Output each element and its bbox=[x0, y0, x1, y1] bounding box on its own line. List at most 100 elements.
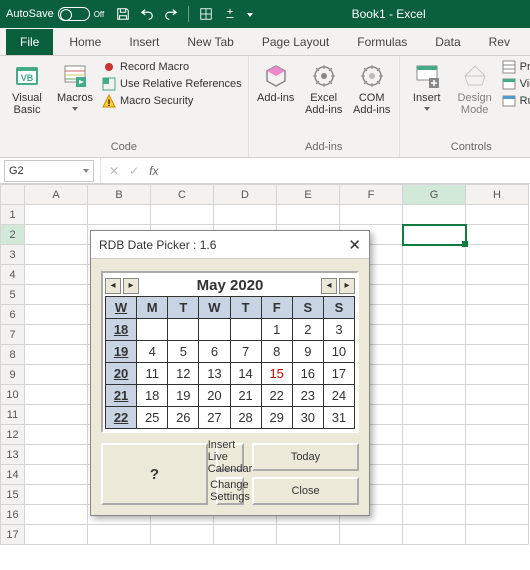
column-header[interactable]: E bbox=[277, 185, 340, 205]
row-header[interactable]: 15 bbox=[1, 485, 25, 505]
calendar-day[interactable]: 20 bbox=[199, 385, 230, 407]
cell[interactable] bbox=[25, 225, 88, 245]
cell[interactable] bbox=[277, 525, 340, 545]
calendar-day[interactable]: 24 bbox=[323, 385, 354, 407]
cell[interactable] bbox=[88, 525, 151, 545]
row-header[interactable]: 8 bbox=[1, 345, 25, 365]
cell[interactable] bbox=[466, 505, 529, 525]
redo-icon[interactable] bbox=[164, 7, 178, 21]
row-header[interactable]: 17 bbox=[1, 525, 25, 545]
row-header[interactable]: 1 bbox=[1, 205, 25, 225]
cell[interactable] bbox=[25, 465, 88, 485]
cell[interactable] bbox=[25, 305, 88, 325]
calendar-week-number[interactable]: 20 bbox=[106, 363, 137, 385]
cell[interactable] bbox=[466, 225, 529, 245]
cell[interactable] bbox=[25, 385, 88, 405]
run-dialog-button[interactable]: Ru bbox=[502, 94, 530, 108]
use-relative-references-button[interactable]: Use Relative References bbox=[102, 77, 242, 91]
calendar-day[interactable]: 27 bbox=[199, 407, 230, 429]
row-header[interactable]: 10 bbox=[1, 385, 25, 405]
calendar-day[interactable]: 21 bbox=[230, 385, 261, 407]
next-month-button[interactable]: ◂ bbox=[321, 278, 337, 294]
cell[interactable] bbox=[466, 285, 529, 305]
calendar-day[interactable]: 31 bbox=[323, 407, 354, 429]
cancel-icon[interactable]: ✕ bbox=[109, 164, 119, 178]
cell[interactable] bbox=[340, 525, 403, 545]
calendar-day[interactable]: 12 bbox=[168, 363, 199, 385]
view-code-button[interactable]: Vie bbox=[502, 77, 530, 91]
cell[interactable] bbox=[277, 205, 340, 225]
cell[interactable] bbox=[403, 205, 466, 225]
tab-file[interactable]: File bbox=[6, 29, 53, 55]
calendar-day[interactable]: 18 bbox=[137, 385, 168, 407]
calendar-day[interactable]: 14 bbox=[230, 363, 261, 385]
tab-page-layout[interactable]: Page Layout bbox=[250, 29, 341, 55]
calendar-day[interactable]: 9 bbox=[292, 341, 323, 363]
calendar-day[interactable]: 10 bbox=[323, 341, 354, 363]
cell[interactable] bbox=[403, 305, 466, 325]
cell[interactable] bbox=[25, 365, 88, 385]
cell[interactable] bbox=[25, 405, 88, 425]
calendar-day[interactable]: 26 bbox=[168, 407, 199, 429]
cell[interactable] bbox=[403, 325, 466, 345]
addins-button[interactable]: Add-ins bbox=[255, 60, 297, 104]
cell[interactable] bbox=[403, 385, 466, 405]
cell[interactable] bbox=[466, 265, 529, 285]
calendar-day[interactable]: 3 bbox=[323, 319, 354, 341]
calendar-day[interactable]: 13 bbox=[199, 363, 230, 385]
cell[interactable] bbox=[466, 245, 529, 265]
cell[interactable] bbox=[340, 205, 403, 225]
cell[interactable] bbox=[25, 345, 88, 365]
cell[interactable] bbox=[403, 525, 466, 545]
borders-icon[interactable] bbox=[199, 7, 213, 21]
cell[interactable] bbox=[403, 445, 466, 465]
row-header[interactable]: 2 bbox=[1, 225, 25, 245]
autosave-toggle[interactable]: AutoSave Off bbox=[6, 7, 104, 21]
row-header[interactable]: 14 bbox=[1, 465, 25, 485]
cell[interactable] bbox=[403, 465, 466, 485]
row-header[interactable]: 11 bbox=[1, 405, 25, 425]
column-header[interactable]: D bbox=[214, 185, 277, 205]
cell[interactable] bbox=[403, 405, 466, 425]
cell[interactable] bbox=[466, 465, 529, 485]
undo-icon[interactable] bbox=[140, 7, 154, 21]
prev-month-button[interactable]: ▸ bbox=[123, 278, 139, 294]
calendar-day[interactable]: 25 bbox=[137, 407, 168, 429]
design-mode-button[interactable]: Design Mode bbox=[454, 60, 496, 116]
next-year-button[interactable]: ▸ bbox=[339, 278, 355, 294]
calendar-day[interactable]: 5 bbox=[168, 341, 199, 363]
calendar-day[interactable]: 23 bbox=[292, 385, 323, 407]
cell[interactable] bbox=[25, 245, 88, 265]
properties-button[interactable]: Pro bbox=[502, 60, 530, 74]
cell[interactable] bbox=[25, 325, 88, 345]
cell[interactable] bbox=[25, 285, 88, 305]
cell[interactable] bbox=[403, 245, 466, 265]
cell[interactable] bbox=[403, 225, 466, 245]
column-header[interactable]: G bbox=[403, 185, 466, 205]
formula-input[interactable] bbox=[166, 160, 530, 182]
calendar-day[interactable]: 22 bbox=[261, 385, 292, 407]
cell[interactable] bbox=[466, 525, 529, 545]
cell[interactable] bbox=[466, 305, 529, 325]
cell[interactable] bbox=[151, 525, 214, 545]
calendar-day[interactable]: 29 bbox=[261, 407, 292, 429]
calendar-day[interactable]: 8 bbox=[261, 341, 292, 363]
dialog-titlebar[interactable]: RDB Date Picker : 1.6 ✕ bbox=[91, 231, 369, 259]
calendar-week-number[interactable]: 19 bbox=[106, 341, 137, 363]
macro-security-button[interactable]: ! Macro Security bbox=[102, 94, 242, 108]
cell[interactable] bbox=[25, 205, 88, 225]
column-header[interactable]: A bbox=[25, 185, 88, 205]
cell[interactable] bbox=[466, 205, 529, 225]
calendar-week-number[interactable]: 22 bbox=[106, 407, 137, 429]
calendar-day[interactable]: 6 bbox=[199, 341, 230, 363]
row-header[interactable]: 6 bbox=[1, 305, 25, 325]
cell[interactable] bbox=[88, 205, 151, 225]
cell[interactable] bbox=[403, 505, 466, 525]
cell[interactable] bbox=[25, 265, 88, 285]
cell[interactable] bbox=[25, 505, 88, 525]
cell[interactable] bbox=[403, 285, 466, 305]
cell[interactable] bbox=[403, 365, 466, 385]
visual-basic-button[interactable]: VB Visual Basic bbox=[6, 60, 48, 116]
close-button[interactable]: Close bbox=[252, 477, 359, 505]
row-header[interactable]: 5 bbox=[1, 285, 25, 305]
